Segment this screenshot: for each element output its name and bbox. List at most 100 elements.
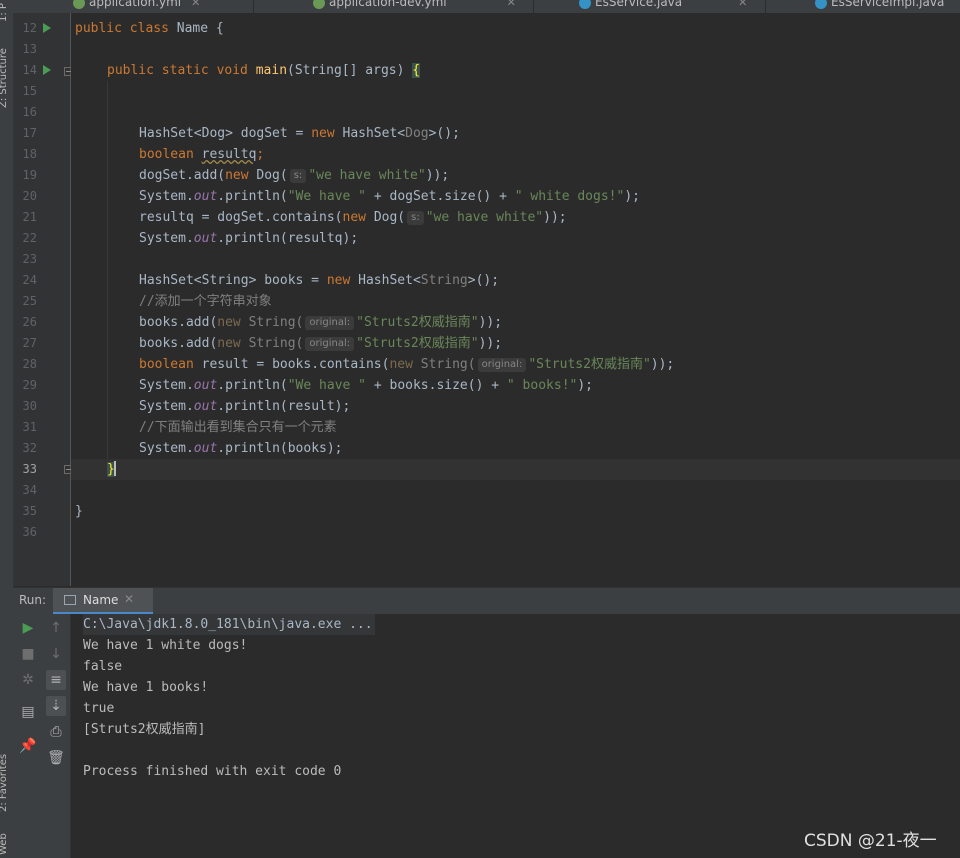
print-icon[interactable]: ⎙ [46, 722, 66, 742]
text-caret [113, 461, 116, 476]
line-number: 13 [22, 42, 37, 56]
editor-tab-bar: application.yml ✕ application-dev.yml ✕ Es… [13, 0, 960, 14]
console-line: false [83, 659, 123, 674]
tab-label: application-dev.yml [329, 0, 447, 9]
run-toolbar-primary: ▶ ■ ✲ ▤ 📌 [13, 614, 42, 858]
tab-application-dev-yml[interactable]: application-dev.yml ✕ [313, 0, 516, 13]
console-line: [Struts2权威指南] [83, 722, 206, 737]
line-number: 30 [22, 399, 37, 413]
current-line-highlight [71, 459, 960, 480]
favorites-tool-label[interactable]: 2: Favorites [0, 754, 9, 812]
stop-icon[interactable]: ■ [18, 644, 38, 664]
console-command-line[interactable]: C:\Java\jdk1.8.0_181\bin\java.exe ... [83, 614, 375, 635]
line-number: 12 [22, 21, 37, 35]
code-line-25-comment: //添加一个字符串对象 [139, 294, 272, 309]
close-icon[interactable]: ✕ [507, 0, 516, 9]
console-line: We have 1 white dogs! [83, 638, 248, 653]
tab-esserviceimpl-java[interactable]: EsServiceImpl.java [815, 0, 944, 13]
code-line-33: } [107, 461, 116, 477]
code-line-27: books.add(new String(original: "Struts2权威… [139, 336, 503, 351]
code-line-12: public class Name { [75, 21, 224, 36]
line-number-current: 33 [22, 462, 37, 476]
tab-label: application.yml [89, 0, 182, 9]
code-line-19: dogSet.add(new Dog(s: "we have white")); [139, 168, 450, 183]
code-line-31-comment: //下面输出看到集合只有一个元素 [139, 420, 337, 435]
parameter-hint: original: [305, 316, 355, 330]
line-number: 24 [22, 273, 37, 287]
run-class-icon[interactable] [43, 23, 51, 33]
console-line: Process finished with exit code 0 [83, 764, 342, 779]
line-number: 29 [22, 378, 37, 392]
line-number: 25 [22, 294, 37, 308]
parameter-hint: original: [305, 337, 355, 351]
soft-wrap-icon[interactable]: ≡ [46, 670, 66, 690]
line-number: 23 [22, 252, 37, 266]
run-toolbar-secondary: ↑ ↓ ≡ ⇣ ⎙ 🗑 [42, 614, 71, 858]
line-number: 16 [22, 105, 37, 119]
line-number: 20 [22, 189, 37, 203]
structure-tool-label[interactable]: Z: Structure [0, 48, 9, 108]
play-icon[interactable]: ▶ [18, 618, 38, 638]
trash-icon[interactable]: 🗑 [46, 748, 66, 768]
run-main-icon[interactable] [43, 65, 51, 75]
code-line-29: System.out.println("We have " + books.si… [139, 378, 594, 393]
tab-application-yml[interactable]: application.yml ✕ [73, 0, 200, 13]
project-tool-label[interactable]: 1: P [0, 3, 9, 22]
code-line-35: } [75, 504, 83, 519]
line-number: 32 [22, 441, 37, 455]
line-number: 34 [22, 483, 37, 497]
bug-icon[interactable]: ✲ [18, 670, 38, 690]
line-number: 28 [22, 357, 37, 371]
arrow-down-icon[interactable]: ↓ [46, 644, 66, 664]
run-tab-label: Name [83, 593, 119, 607]
line-number: 35 [22, 504, 37, 518]
parameter-hint: s: [407, 211, 424, 225]
code-line-20: System.out.println("We have " + dogSet.s… [139, 189, 640, 204]
java-class-icon [815, 0, 827, 9]
code-line-17: HashSet<Dog> dogSet = new HashSet<Dog>()… [139, 126, 460, 141]
code-line-22: System.out.println(resultq); [139, 231, 359, 246]
line-number: 17 [22, 126, 37, 140]
indent-guide [107, 81, 108, 459]
scroll-to-end-icon[interactable]: ⇣ [46, 696, 66, 716]
code-line-21: resultq = dogSet.contains(new Dog(s: "we … [139, 210, 567, 225]
line-number: 27 [22, 336, 37, 350]
parameter-hint: original: [477, 358, 527, 372]
code-line-24: HashSet<String> books = new HashSet<Stri… [139, 273, 500, 288]
line-number: 26 [22, 315, 37, 329]
left-tool-strip: 1: P Z: Structure 2: Favorites Web [0, 0, 14, 858]
pin-icon[interactable]: 📌 [18, 736, 38, 756]
run-tab-name[interactable]: Name ✕ [53, 588, 153, 614]
code-line-28: boolean result = books.contains(new Stri… [139, 357, 675, 372]
tab-esservice-java[interactable]: EsService.java ✕ [579, 0, 747, 13]
console-output[interactable]: C:\Java\jdk1.8.0_181\bin\java.exe ... We… [71, 614, 960, 858]
line-number: 15 [22, 84, 37, 98]
line-number: 19 [22, 168, 37, 182]
code-line-26: books.add(new String(original: "Struts2权威… [139, 315, 503, 330]
line-number: 21 [22, 210, 37, 224]
parameter-hint: s: [289, 169, 307, 183]
web-tool-label[interactable]: Web [0, 833, 9, 855]
console-line: true [83, 701, 115, 716]
close-icon[interactable]: ✕ [124, 592, 134, 606]
java-interface-icon [579, 0, 591, 9]
layout-icon[interactable]: ▤ [18, 702, 38, 722]
line-number: 14 [22, 63, 37, 77]
code-line-18: boolean resultq; [139, 147, 265, 162]
close-icon[interactable]: ✕ [738, 0, 747, 9]
line-number: 22 [22, 231, 37, 245]
line-number: 36 [22, 525, 37, 539]
run-panel-label: Run: [19, 593, 47, 607]
yml-file-icon [73, 0, 85, 9]
close-icon[interactable]: ✕ [191, 0, 200, 9]
editor-gutter: 12 13 14 15 16 17 18 19 20 21 22 23 24 2… [13, 13, 73, 586]
arrow-up-icon[interactable]: ↑ [46, 618, 66, 638]
code-line-32: System.out.println(books); [139, 441, 343, 456]
watermark-text: CSDN @21-夜一 [804, 831, 937, 851]
tab-label: EsServiceImpl.java [831, 0, 945, 9]
yml-file-icon [313, 0, 325, 9]
code-line-14: public static void main(String[] args) { [107, 63, 421, 78]
console-icon [64, 595, 76, 605]
code-editor[interactable]: public class Name { public static void m… [71, 13, 960, 586]
console-line: We have 1 books! [83, 680, 209, 695]
